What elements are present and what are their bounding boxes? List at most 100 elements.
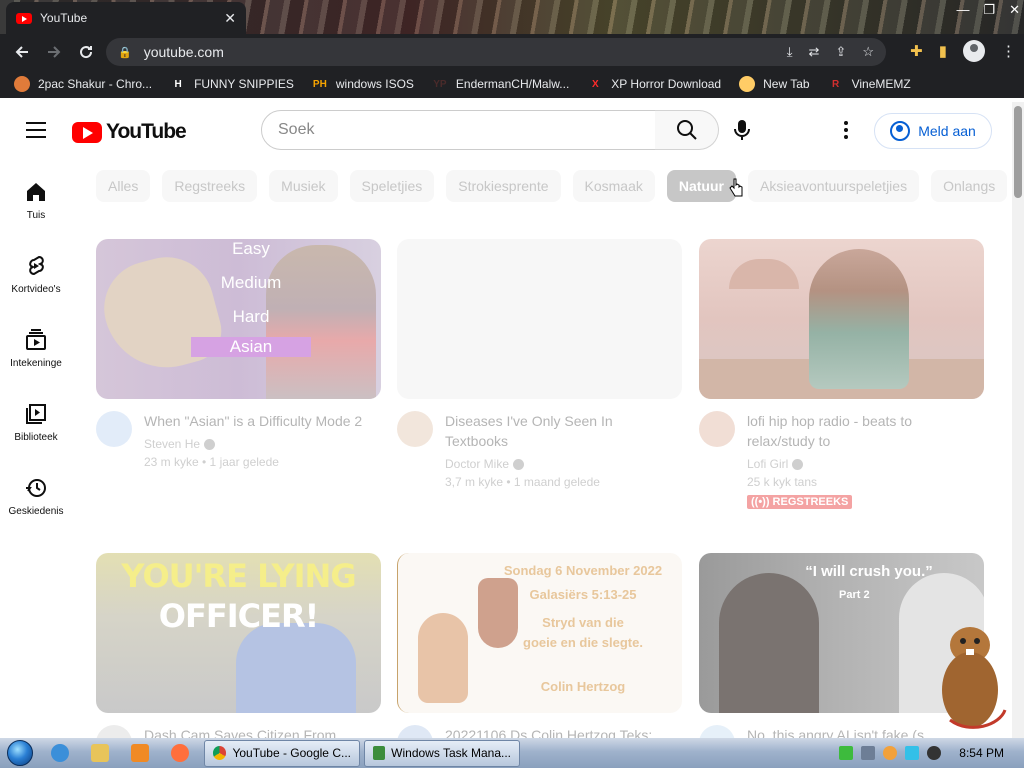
channel-avatar[interactable] <box>397 725 433 738</box>
video-title[interactable]: Diseases I've Only Seen In Textbooks <box>445 411 675 451</box>
video-card[interactable]: lofi hip hop radio - beats to relax/stud… <box>699 239 984 510</box>
bookmark-item[interactable]: PH windows ISOS <box>312 76 414 92</box>
bookmark-item[interactable]: YP EndermanCH/Malw... <box>432 76 569 92</box>
channel-name[interactable]: Lofi Girl <box>747 455 977 473</box>
voice-search-button[interactable] <box>728 116 756 144</box>
guide-item-geskiedenis[interactable]: Geskiedenis <box>0 454 72 528</box>
translate-icon[interactable]: ⇄ <box>809 44 820 60</box>
settings-menu-icon[interactable] <box>836 120 856 140</box>
chip-alles[interactable]: Alles <box>96 170 151 202</box>
close-window-button[interactable]: ✕ <box>1009 2 1020 18</box>
clock[interactable]: 8:54 PM <box>959 746 1004 760</box>
share-icon[interactable]: ⇪ <box>835 44 846 60</box>
video-title[interactable]: Dash Cam Saves Citizen From... <box>144 725 374 738</box>
video-thumbnail[interactable] <box>699 239 984 399</box>
taskbar-taskmgr-button[interactable]: Windows Task Mana... <box>364 739 520 767</box>
tray-green-icon[interactable] <box>839 746 854 760</box>
sign-in-button[interactable]: Meld aan <box>874 113 992 149</box>
thumb-text: Easy <box>232 239 270 258</box>
guide-item-biblioteek[interactable]: Biblioteek <box>0 380 72 454</box>
omnibox-actions: ⤓ ⇄ ⇪ ☆ <box>787 44 874 60</box>
back-button[interactable] <box>6 36 38 68</box>
bookmark-item[interactable]: 2pac Shakur - Chro... <box>14 76 152 92</box>
video-title[interactable]: lofi hip hop radio - beats to relax/stud… <box>747 411 977 451</box>
channel-avatar[interactable] <box>397 411 433 447</box>
video-title[interactable]: 20221106 Ds Colin Hertzog Teks:... <box>445 725 675 738</box>
profile-avatar[interactable] <box>963 40 985 62</box>
bookmark-item[interactable]: New Tab <box>739 76 810 92</box>
scrollbar-thumb[interactable] <box>1014 106 1022 198</box>
bookmark-label: EndermanCH/Malw... <box>455 77 570 91</box>
chip-aksieavontuurspeletjies[interactable]: Aksieavontuurspeletjies <box>748 170 920 202</box>
address-bar[interactable]: 🔒 youtube.com ⤓ ⇄ ⇪ ☆ <box>106 38 886 66</box>
guide-item-label: Biblioteek <box>14 432 58 443</box>
guide-item-tuis[interactable]: Tuis <box>0 158 72 232</box>
bookmark-star-icon[interactable]: ☆ <box>862 44 874 60</box>
chip-regstreeks[interactable]: Regstreeks <box>162 170 258 202</box>
video-thumbnail[interactable] <box>397 239 682 399</box>
ie-quicklaunch[interactable] <box>40 738 80 768</box>
lock-icon[interactable]: 🔒 <box>118 46 132 59</box>
install-app-icon[interactable]: ⤓ <box>787 44 793 60</box>
video-card[interactable]: Easy Medium Hard Asian When "Asian" is a… <box>96 239 381 471</box>
tab-close-icon[interactable]: ✕ <box>224 10 236 27</box>
windows-taskbar: YouTube - Google C... Windows Task Mana.… <box>0 738 1024 768</box>
page-scrollbar[interactable] <box>1012 102 1024 738</box>
taskbar-chrome-button[interactable]: YouTube - Google C... <box>204 739 360 767</box>
channel-avatar[interactable] <box>96 725 132 738</box>
video-thumbnail[interactable]: Easy Medium Hard Asian <box>96 239 381 399</box>
channel-name[interactable]: Steven He <box>144 435 374 453</box>
game-quicklaunch[interactable] <box>160 738 200 768</box>
search-input[interactable]: Soek <box>261 110 656 150</box>
channel-avatar[interactable] <box>96 411 132 447</box>
tray-display-icon[interactable] <box>905 746 920 760</box>
bookmark-item[interactable]: R VineMEMZ <box>828 76 911 92</box>
search-placeholder: Soek <box>278 121 315 138</box>
video-card[interactable]: Sondag 6 November 2022 Galasiërs 5:13-25… <box>397 553 682 738</box>
search-button[interactable] <box>655 110 719 150</box>
reload-button[interactable] <box>70 36 102 68</box>
video-thumbnail[interactable]: YOU'RE LYING OFFICER! <box>96 553 381 713</box>
minimize-button[interactable]: — <box>956 2 969 18</box>
chrome-menu-icon[interactable]: ⋮ <box>1001 42 1016 60</box>
bookmark-label: New Tab <box>763 77 810 91</box>
start-button[interactable] <box>0 738 40 768</box>
browser-tab-youtube[interactable]: YouTube ✕ <box>6 2 246 34</box>
channel-name[interactable]: Doctor Mike <box>445 455 675 473</box>
chip-natuur[interactable]: Natuur <box>666 170 736 202</box>
tray-search-icon[interactable] <box>883 746 898 760</box>
video-stats: 3,7 m kyke • 1 maand gelede <box>445 475 600 489</box>
video-card[interactable]: YOU'RE LYING OFFICER! Dash Cam Saves Cit… <box>96 553 381 738</box>
media-quicklaunch[interactable] <box>120 738 160 768</box>
video-thumbnail[interactable]: Sondag 6 November 2022 Galasiërs 5:13-25… <box>397 553 682 713</box>
chip-speletjies[interactable]: Speletjies <box>349 170 435 202</box>
chrome-icon <box>213 746 227 760</box>
verified-icon <box>513 459 525 471</box>
back-arrow-icon <box>15 46 28 58</box>
bookmark-item[interactable]: X XP Horror Download <box>587 76 721 92</box>
beaver-overlay-icon <box>942 627 1007 729</box>
explorer-quicklaunch[interactable] <box>80 738 120 768</box>
forward-button[interactable] <box>38 36 70 68</box>
video-title[interactable]: When "Asian" is a Difficulty Mode 2 <box>144 411 374 431</box>
tray-network-icon[interactable] <box>861 746 876 760</box>
guide-item-kortvideos[interactable]: Kortvideo's <box>0 232 72 306</box>
chip-onlangs[interactable]: Onlangs <box>931 170 1008 202</box>
bookmark-favicon-icon: R <box>831 78 840 90</box>
thumb-text: Galasiërs 5:13-25 <box>529 587 637 602</box>
video-card[interactable]: Diseases I've Only Seen In Textbooks Doc… <box>397 239 682 491</box>
side-panel-icon[interactable]: ▮ <box>939 42 947 60</box>
extensions-puzzle-icon[interactable]: ✚ <box>910 42 923 60</box>
chip-musiek[interactable]: Musiek <box>269 170 338 202</box>
bookmark-item[interactable]: H FUNNY SNIPPIES <box>170 76 293 92</box>
guide-item-intekeninge[interactable]: Intekeninge <box>0 306 72 380</box>
guide-menu-icon[interactable] <box>26 122 46 138</box>
tab-title: YouTube <box>40 11 88 25</box>
tray-volume-icon[interactable] <box>927 746 942 760</box>
channel-avatar[interactable] <box>699 725 735 738</box>
chip-kosmaak[interactable]: Kosmaak <box>572 170 655 202</box>
restore-button[interactable]: ❐ <box>983 2 995 18</box>
chip-strokiesprente[interactable]: Strokiesprente <box>446 170 561 202</box>
channel-avatar[interactable] <box>699 411 735 447</box>
youtube-logo[interactable]: YouTube <box>72 120 187 144</box>
